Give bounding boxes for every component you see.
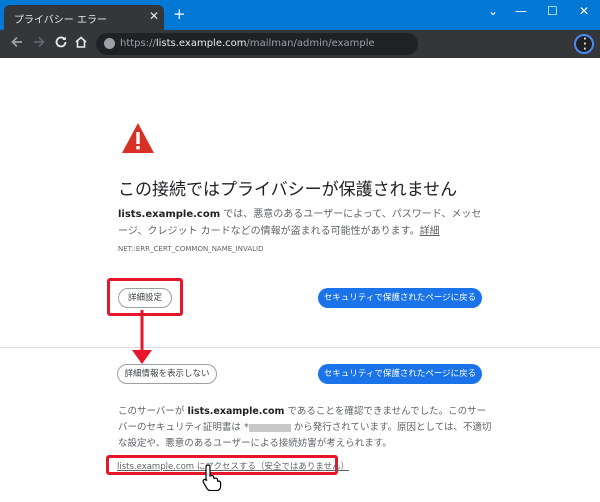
- maximize-button[interactable]: ☐: [547, 4, 558, 18]
- page-title: この接続ではプライバシーが保護されません: [118, 180, 458, 200]
- hide-details-button[interactable]: 詳細情報を表示しない: [117, 364, 217, 384]
- tab-close-icon[interactable]: ✕: [149, 9, 159, 23]
- minimize-button[interactable]: —: [515, 4, 527, 18]
- title-bar: プライバシー エラー ✕ + ⌄ — ☐ ✕: [0, 0, 600, 30]
- proceed-unsafe-link[interactable]: lists.example.com にアクセスする（安全ではありません）: [117, 460, 349, 472]
- url-text: https://lists.example.com/mailman/admin/…: [120, 38, 375, 49]
- tab-search-icon[interactable]: ⌄: [488, 4, 498, 18]
- learn-more-link[interactable]: 詳細: [420, 226, 440, 237]
- site-info-icon[interactable]: [104, 38, 115, 49]
- browser-tab[interactable]: プライバシー エラー ✕: [4, 5, 164, 30]
- error-description: lists.example.com では、悪意のあるユーザーによって、パスワード…: [118, 209, 482, 237]
- reload-icon[interactable]: [54, 35, 68, 53]
- address-bar[interactable]: https://lists.example.com/mailman/admin/…: [96, 33, 418, 55]
- back-to-safety-button[interactable]: セキュリティで保護されたページに戻る: [318, 288, 482, 308]
- menu-icon[interactable]: · · ·: [574, 34, 594, 55]
- forward-arrow-icon[interactable]: [32, 35, 46, 53]
- details-text: このサーバーが lists.example.com であることを確認できませんで…: [118, 406, 492, 449]
- back-arrow-icon[interactable]: [10, 35, 24, 53]
- back-to-safety-button-2[interactable]: セキュリティで保護されたページに戻る: [318, 364, 482, 384]
- tab-title: プライバシー エラー: [14, 15, 107, 26]
- redacted-domain: [248, 423, 291, 432]
- browser-toolbar: https://lists.example.com/mailman/admin/…: [0, 30, 600, 58]
- interstitial-page: この接続ではプライバシーが保護されません lists.example.com で…: [0, 58, 600, 502]
- divider: [0, 347, 600, 348]
- red-arrow-icon: [132, 310, 152, 364]
- warning-icon: [122, 123, 154, 153]
- new-tab-button[interactable]: +: [173, 6, 186, 22]
- close-button[interactable]: ✕: [579, 4, 589, 18]
- home-icon[interactable]: [74, 35, 88, 53]
- advanced-button[interactable]: 詳細設定: [118, 288, 172, 308]
- hand-cursor-icon: [202, 464, 222, 491]
- error-code: NET::ERR_CERT_COMMON_NAME_INVALID: [118, 245, 264, 253]
